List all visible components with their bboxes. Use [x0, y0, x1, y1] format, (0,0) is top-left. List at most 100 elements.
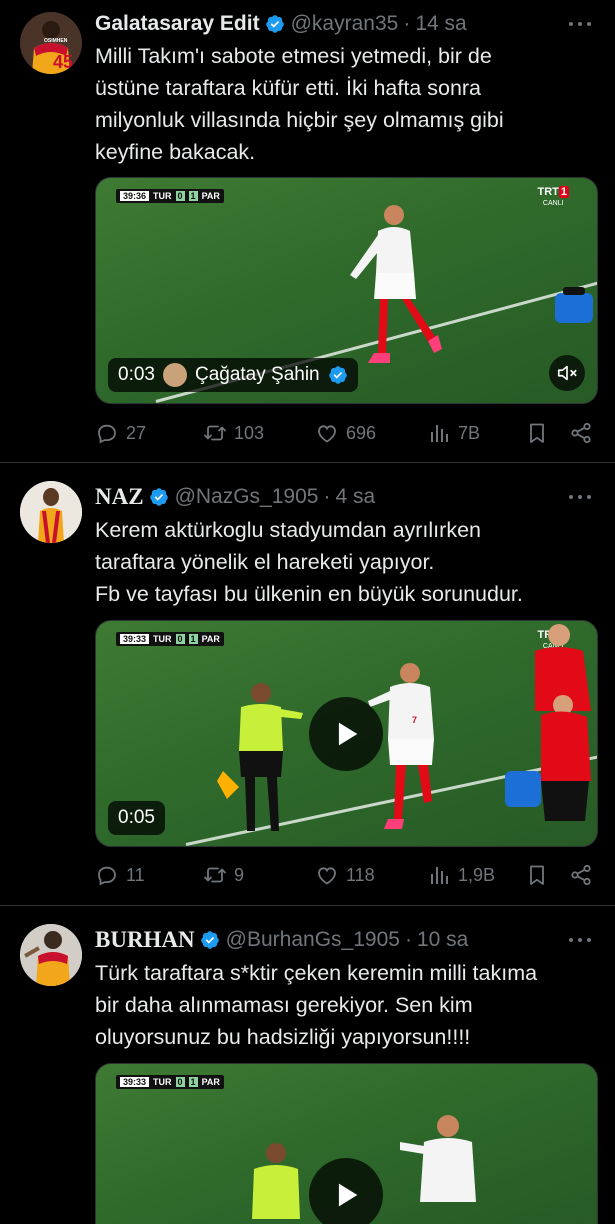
play-icon	[338, 722, 358, 746]
play-button[interactable]	[309, 697, 383, 771]
display-name[interactable]: BURHAN	[95, 927, 195, 953]
view-count: 1,9B	[458, 864, 496, 885]
like-icon	[315, 421, 339, 445]
tweet-header: BURHAN @BurhanGs_1905 · 10 sa	[95, 925, 468, 955]
tweet-actions: 11 9 118 1,9B	[95, 860, 600, 890]
bookmark-button[interactable]	[525, 860, 549, 890]
display-name[interactable]: Galatasaray Edit	[95, 12, 260, 36]
handle[interactable]: @NazGs_1905	[175, 485, 319, 509]
avatar-jersey-number: 45	[53, 52, 73, 72]
bookmark-icon	[525, 863, 549, 887]
repost-button[interactable]: 103	[203, 418, 264, 448]
handle[interactable]: @BurhanGs_1905	[226, 928, 400, 952]
away-team: PAR	[201, 191, 220, 201]
avatar[interactable]	[20, 481, 82, 543]
video-info-pill: 0:03 Çağatay Şahin	[108, 358, 358, 392]
timestamp[interactable]: 10 sa	[417, 928, 468, 952]
tweet-actions: 27 103 696 7B	[95, 418, 600, 448]
broadcaster-number: 1	[558, 186, 569, 198]
like-icon	[315, 863, 339, 887]
bookmark-button[interactable]	[525, 418, 549, 448]
tweet-header: Galatasaray Edit @kayran35 · 14 sa	[95, 9, 467, 39]
more-icon[interactable]	[569, 936, 591, 944]
view-count: 7B	[458, 422, 481, 443]
uploader-avatar	[162, 363, 187, 387]
away-score: 1	[188, 634, 198, 644]
reply-count: 11	[126, 864, 145, 885]
avatar-image: OSIMHEN 45	[20, 12, 82, 74]
bookmark-icon	[525, 421, 549, 445]
tweet-text: Milli Takım'ı sabote etmesi yetmedi, bir…	[95, 40, 595, 168]
home-score: 0	[175, 191, 185, 201]
tweet-header: NAZ @NazGs_1905 · 4 sa	[95, 482, 375, 512]
home-team: TUR	[153, 191, 172, 201]
like-count: 696	[346, 422, 377, 443]
tweet-text: Türk taraftara s*ktir çeken keremin mill…	[95, 957, 595, 1053]
repost-icon	[203, 421, 227, 445]
mute-icon[interactable]	[549, 355, 585, 391]
player-figure	[350, 205, 442, 363]
repost-button[interactable]: 9	[203, 860, 244, 890]
avatar[interactable]: OSIMHEN 45	[20, 12, 82, 74]
tweet-text-line: Türk taraftara s*ktir çeken keremin mill…	[95, 961, 538, 985]
video-player[interactable]: 39:36 TUR 0 1 PAR TRT 1 CANLI 0:03 Çağat…	[95, 177, 598, 404]
views-button[interactable]: 7B	[427, 418, 480, 448]
repost-count: 9	[234, 864, 245, 885]
match-clock: 39:36	[120, 191, 150, 201]
verified-badge-icon	[265, 14, 285, 34]
tweet-1[interactable]: OSIMHEN 45 Galatasaray Edit @kayran35 · …	[0, 0, 615, 462]
avatar-image	[20, 924, 82, 986]
more-icon[interactable]	[569, 493, 591, 501]
views-icon	[427, 421, 451, 445]
verified-badge-icon	[328, 365, 348, 385]
like-count: 118	[346, 864, 375, 885]
share-icon	[569, 863, 593, 887]
referee-figure	[217, 683, 303, 831]
video-info-pill: 0:05	[108, 801, 165, 835]
tweet-2[interactable]: NAZ @NazGs_1905 · 4 sa Kerem aktürkoglu …	[0, 463, 615, 905]
separator-dot: ·	[403, 12, 411, 35]
away-score: 1	[188, 191, 198, 201]
separator-dot: ·	[404, 928, 412, 951]
match-clock: 39:33	[120, 634, 150, 644]
tweet-3[interactable]: BURHAN @BurhanGs_1905 · 10 sa Türk taraf…	[0, 906, 615, 1224]
reply-button[interactable]: 11	[95, 860, 145, 890]
tweet-text-line: üstüne taraftara küfür etti. İki hafta s…	[95, 76, 482, 100]
tweet-text-line: Fb ve tayfası bu ülkenin en büyük sorunu…	[95, 582, 523, 606]
play-button[interactable]	[309, 1158, 383, 1224]
video-player[interactable]: 39:33 TUR 0 1 PAR TRT1 CANLI 7	[95, 620, 598, 847]
broadcaster-sub: CANLI	[542, 200, 564, 207]
broadcaster-logo: TRT1 CANLI	[537, 186, 569, 209]
timestamp[interactable]: 14 sa	[415, 12, 466, 36]
tweet-text-line: taraftara yönelik el hareketi yapıyor.	[95, 550, 435, 574]
uploader-name[interactable]: Çağatay Şahin	[195, 364, 320, 386]
reply-button[interactable]: 27	[95, 418, 146, 448]
scorebug: 39:33 TUR 0 1 PAR	[116, 1075, 224, 1089]
like-button[interactable]: 696	[315, 418, 376, 448]
player-number: 7	[412, 715, 417, 725]
more-icon[interactable]	[569, 20, 591, 28]
timestamp[interactable]: 4 sa	[335, 485, 375, 509]
tweet-text-line: milyonluk villasında hiçbir şey olmamış …	[95, 108, 504, 132]
reply-icon	[95, 421, 119, 445]
repost-icon	[203, 863, 227, 887]
broadcaster-name: TRT	[537, 186, 559, 198]
verified-badge-icon	[149, 487, 169, 507]
tweet-text-line: Kerem aktürkoglu stadyumdan ayrılırken	[95, 518, 481, 542]
tweet-text-line: Milli Takım'ı sabote etmesi yetmedi, bir…	[95, 44, 492, 68]
verified-badge-icon	[200, 930, 220, 950]
play-icon	[338, 1183, 358, 1207]
medic-figure	[555, 287, 593, 323]
views-button[interactable]: 1,9B	[427, 860, 495, 890]
video-duration: 0:03	[118, 364, 155, 385]
avatar[interactable]	[20, 924, 82, 986]
away-score: 1	[188, 1077, 198, 1087]
handle[interactable]: @kayran35	[291, 12, 399, 36]
reply-icon	[95, 863, 119, 887]
display-name[interactable]: NAZ	[95, 484, 144, 510]
share-button[interactable]	[569, 860, 593, 890]
share-button[interactable]	[569, 418, 593, 448]
tweet-text-line: bir daha alınmaması gerekiyor. Sen kim	[95, 993, 473, 1017]
home-team: TUR	[153, 1077, 172, 1087]
like-button[interactable]: 118	[315, 860, 375, 890]
